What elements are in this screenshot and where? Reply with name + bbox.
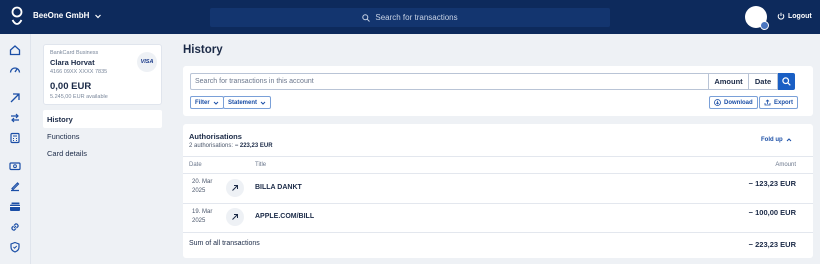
statement-button[interactable]: Statement <box>223 96 272 109</box>
column-amount: Amount <box>775 162 796 168</box>
search-panel: Search for transactions in this account … <box>183 66 813 116</box>
statement-label: Statement <box>228 99 258 106</box>
power-icon <box>777 12 785 20</box>
column-title: Title <box>255 162 267 168</box>
authorisations-panel: Authorisations 2 authorisations: − 223,2… <box>183 124 813 258</box>
row-amount: − 100,00 EUR <box>748 208 796 217</box>
export-label: Export <box>774 99 794 106</box>
arrow-up-right-icon <box>232 214 238 220</box>
logout-button[interactable]: Logout <box>777 12 812 20</box>
authorisations-count: 2 authorisations: <box>189 143 234 149</box>
row-amount: − 123,23 EUR <box>748 179 796 188</box>
row-date-year: 2025 <box>192 188 206 194</box>
divider <box>183 173 813 174</box>
top-bar: BeeOne GmbH Search for transactions Logo… <box>0 0 820 34</box>
row-category <box>226 208 244 226</box>
avatar[interactable] <box>745 6 769 30</box>
row-date: 20. Mar 2025 <box>192 178 212 196</box>
icon-rail <box>0 34 31 264</box>
transaction-search-placeholder: Search for transactions in this account <box>195 78 314 85</box>
chevron-down-icon <box>95 14 102 18</box>
link-icon[interactable] <box>9 221 21 233</box>
avatar-badge <box>760 21 769 30</box>
home-icon[interactable] <box>9 44 21 56</box>
company-switcher[interactable]: BeeOne GmbH <box>33 11 102 20</box>
card-summary[interactable]: BankCard Business Clara Horvat 4166 09XX… <box>43 44 162 105</box>
card-balance: 0,00 EUR <box>50 81 92 92</box>
row-date-year: 2025 <box>192 218 206 224</box>
authorisations-total: − 223,23 EUR <box>234 143 273 149</box>
fold-up-button[interactable]: Fold up <box>761 137 792 143</box>
transfer-icon[interactable] <box>9 112 21 124</box>
sum-amount: − 223,23 EUR <box>748 240 796 249</box>
filter-label: Filter <box>195 99 210 106</box>
authorisations-summary: 2 authorisations: − 223,23 EUR <box>189 143 273 149</box>
logout-label: Logout <box>788 12 812 20</box>
global-search-placeholder: Search for transactions <box>375 13 458 22</box>
export-icon <box>764 99 771 106</box>
amount-button[interactable]: Amount <box>709 73 749 90</box>
company-name: BeeOne GmbH <box>33 11 90 20</box>
search-button[interactable] <box>778 73 795 90</box>
authorisations-title: Authorisations <box>189 132 242 141</box>
export-button[interactable]: Export <box>759 96 799 109</box>
page-title: History <box>183 44 223 56</box>
sum-label: Sum of all transactions <box>189 240 260 247</box>
calculator-icon[interactable] <box>9 132 21 144</box>
arrow-up-right-icon <box>232 185 238 191</box>
search-icon <box>362 13 371 22</box>
fold-up-label: Fold up <box>761 137 783 143</box>
banknote-icon[interactable] <box>9 160 21 172</box>
george-logo-icon[interactable] <box>9 6 25 28</box>
divider <box>183 232 813 233</box>
row-category <box>226 179 244 197</box>
cards-icon[interactable] <box>9 201 21 213</box>
chevron-down-icon <box>260 101 266 105</box>
row-date-day: 19. Mar <box>192 209 213 215</box>
gauge-icon[interactable] <box>9 64 21 76</box>
filter-button[interactable]: Filter <box>190 96 224 109</box>
arrow-up-right-icon[interactable] <box>9 92 21 104</box>
search-icon <box>782 77 791 86</box>
divider <box>183 156 813 157</box>
transaction-search-input[interactable]: Search for transactions in this account <box>190 73 709 90</box>
card-holder: Clara Horvat <box>50 58 95 67</box>
download-icon <box>714 99 721 106</box>
global-search[interactable]: Search for transactions <box>210 8 610 27</box>
nav-item-history[interactable]: History <box>43 110 162 128</box>
date-button[interactable]: Date <box>749 73 778 90</box>
visa-logo-icon: VISA <box>137 52 157 72</box>
row-title: APPLE.COM/BILL <box>255 213 315 220</box>
column-date: Date <box>189 162 202 168</box>
sign-icon[interactable] <box>9 180 21 192</box>
chevron-up-icon <box>786 138 792 142</box>
nav-item-card-details[interactable]: Card details <box>43 144 162 162</box>
row-date: 19. Mar 2025 <box>192 208 212 226</box>
chevron-down-icon <box>213 101 219 105</box>
card-number: 4166 09XX XXXX 7835 <box>50 69 108 75</box>
download-button[interactable]: Download <box>709 96 758 109</box>
shield-icon[interactable] <box>9 241 21 253</box>
card-type: BankCard Business <box>50 50 99 56</box>
download-label: Download <box>724 99 753 106</box>
divider <box>183 203 813 204</box>
row-title: BILLA DANKT <box>255 184 302 191</box>
nav-item-functions[interactable]: Functions <box>43 127 162 145</box>
card-available: 5.245,00 EUR available <box>50 94 108 100</box>
row-date-day: 20. Mar <box>192 179 213 185</box>
